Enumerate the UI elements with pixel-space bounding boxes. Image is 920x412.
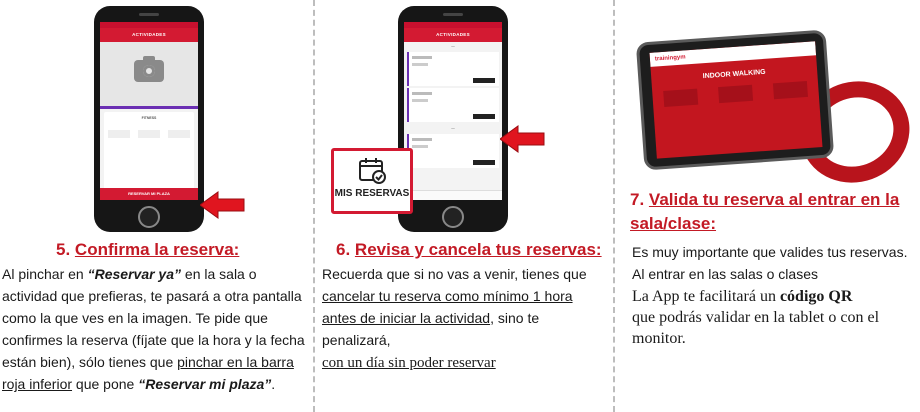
step-7-text: Es muy importante que valides tus reserv… [632,242,916,349]
trainingym-logo: trainingym [654,54,686,63]
phone-speaker [139,13,159,16]
cancel-button[interactable] [473,78,495,83]
text: Al entrar en las salas o clases [632,266,818,282]
badge-label: MIS RESERVAS [334,188,410,199]
arrow-left-icon [500,125,545,153]
text: que podrás validar en la tablet o con el… [632,309,880,347]
step-5-heading: 5. Confirma la reserva: [56,240,239,260]
phone-screen: ACTIVIDADES — — [404,22,502,200]
cancel-button[interactable] [473,160,495,165]
text: Recuerda que si no vas a venir, tienes q… [322,266,587,282]
text: que pone [72,376,139,392]
step-title: Valida tu reserva al entrar en la sala/c… [630,190,900,233]
calendar-check-icon [359,158,386,184]
tablet-screen: trainingym INDOOR WALKING [649,41,823,159]
arrow-left-icon [200,191,245,219]
tablet-topbar: trainingym [649,41,817,67]
bold-text: código QR [779,288,853,305]
qr-text: La App te facilitará un código QR que po… [632,286,916,349]
text: Al pinchar en [2,266,88,282]
step-title: Confirma la reserva: [74,240,240,259]
bold-text: “Reservar ya” [87,266,182,282]
reservation-card [407,134,499,168]
activity-name: FITNESS [141,116,157,120]
panel-divider [613,0,615,412]
reservation-card [407,52,499,86]
phone-reservations-screen: ACTIVIDADES — — [398,6,508,232]
phone-speaker [443,13,463,16]
detail-cells [104,120,194,138]
activity-details: FITNESS [104,112,194,190]
home-button [442,206,464,228]
phone-confirm-screen: ACTIVIDADES FITNESS RESERVAR MI PLAZA [94,6,204,232]
date-bar: — [451,126,455,130]
phone-screen: ACTIVIDADES FITNESS RESERVAR MI PLAZA [100,22,198,200]
step-6-text: Recuerda que si no vas a venir, tienes q… [322,263,608,374]
step-title: Revisa y cancela tus reservas: [354,240,602,259]
home-button [138,206,160,228]
step-number: 7. [630,190,645,209]
bottom-nav [404,190,502,200]
panel-divider [313,0,315,412]
app-header: ACTIVIDADES [100,28,198,42]
step-number: 5. [56,240,71,259]
activity-image [100,42,198,106]
mis-reservas-badge: MIS RESERVAS [331,148,413,214]
text: La App te facilitará un [632,288,780,305]
tablet-device: trainingym INDOOR WALKING [635,29,835,171]
app-header: ACTIVIDADES [404,28,502,42]
step-5-text: Al pinchar en “Reservar ya” en la sala o… [2,263,307,395]
cancel-button[interactable] [473,114,495,119]
step-7-heading: 7. Valida tu reserva al entrar en la sal… [630,188,912,236]
reservation-card [407,88,499,122]
category-bar [100,106,198,109]
camera-icon [134,56,164,82]
text: Es muy importante que valides tus reserv… [632,244,908,260]
step-6-heading: 6. Revisa y cancela tus reservas: [336,240,602,260]
text: . [271,376,276,392]
bold-text: “Reservar mi plaza” [138,376,272,392]
reservar-mi-plaza-button[interactable]: RESERVAR MI PLAZA [100,188,198,200]
date-bar: — [451,44,455,48]
class-info-cells [652,80,819,108]
step-number: 6. [336,240,351,259]
underlined-text: con un día sin poder reservar [322,355,496,371]
